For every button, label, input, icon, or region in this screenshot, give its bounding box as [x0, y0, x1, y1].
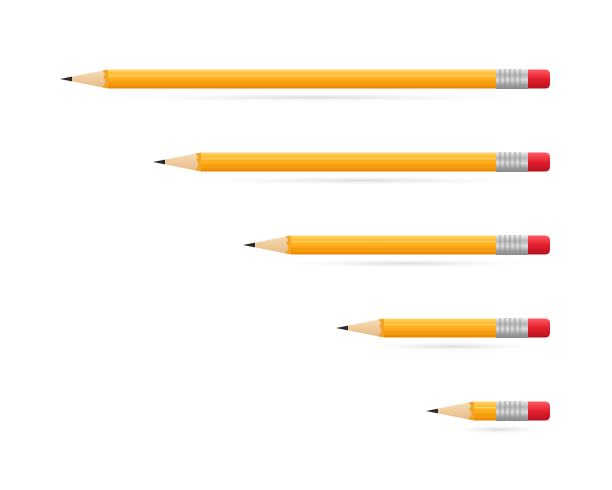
pencil-lead — [60, 76, 72, 82]
pencil-body — [108, 69, 496, 89]
pencil-ferrule — [496, 235, 528, 255]
pencil-shadow — [356, 341, 550, 352]
pencil-body — [474, 401, 496, 421]
pencil-ferrule — [496, 401, 528, 421]
pencil-2 — [153, 152, 550, 186]
pencil-5 — [426, 401, 550, 435]
pencil-shadow — [446, 424, 550, 435]
pencil-eraser — [528, 401, 550, 421]
pencil-lead — [153, 159, 165, 165]
pencil-body — [201, 152, 496, 172]
pencil-4 — [336, 318, 550, 352]
pencil-lead — [336, 325, 348, 331]
pencil-eraser — [528, 152, 550, 172]
pencil-eraser — [528, 318, 550, 338]
pencil-lead — [426, 408, 438, 414]
pencil-3 — [243, 235, 550, 269]
pencil-ferrule — [496, 69, 528, 89]
pencil-eraser — [528, 69, 550, 89]
pencil-ferrule — [496, 152, 528, 172]
pencil-ferrule — [496, 318, 528, 338]
pencil-group — [60, 69, 550, 435]
pencil-eraser — [528, 235, 550, 255]
pencil-body — [384, 318, 496, 338]
pencil-shadow — [263, 258, 550, 269]
pencils-scene — [0, 0, 612, 490]
pencil-1 — [60, 69, 550, 103]
pencil-body — [291, 235, 496, 255]
pencil-lead — [243, 242, 255, 248]
pencil-shadow — [80, 92, 550, 103]
pencil-shadow — [173, 175, 550, 186]
pencils-illustration — [60, 69, 550, 435]
